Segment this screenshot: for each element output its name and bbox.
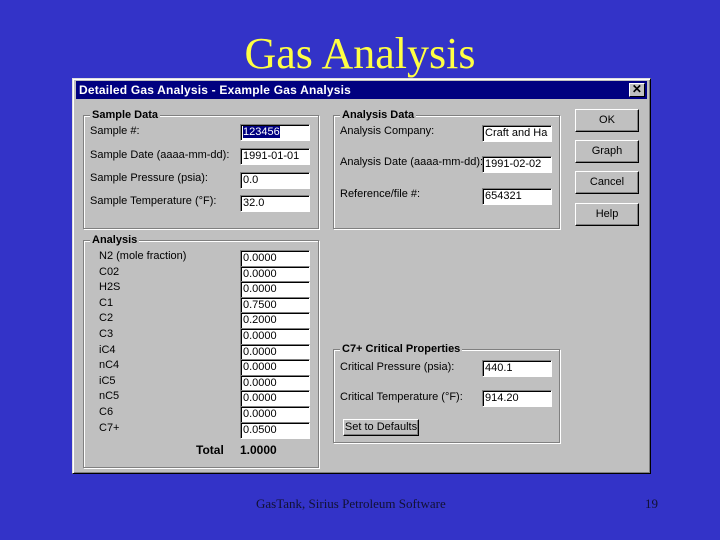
sample-temperature-input[interactable]: 32.0: [240, 195, 310, 212]
page-number: 19: [645, 496, 658, 511]
reference-file-label: Reference/file #:: [340, 188, 421, 200]
sample-number-input[interactable]: 123456: [240, 124, 310, 141]
c7-properties-heading: C7+ Critical Properties: [340, 342, 463, 356]
footer-text: GasTank, Sirius Petroleum Software: [256, 496, 446, 511]
component-label: N2 (mole fraction): [99, 250, 187, 262]
sample-number-label: Sample #:: [90, 125, 140, 137]
analysis-heading: Analysis: [90, 233, 140, 247]
component-label: C3: [99, 328, 114, 340]
critical-pressure-label: Critical Pressure (psia):: [340, 361, 455, 373]
component-value-input[interactable]: 0.0000: [240, 406, 310, 423]
component-label: iC4: [99, 344, 116, 356]
sample-pressure-label: Sample Pressure (psia):: [90, 172, 208, 184]
analysis-company-input[interactable]: Craft and Ha: [482, 125, 552, 142]
component-value-input[interactable]: 0.0000: [240, 250, 310, 267]
help-button[interactable]: Help: [575, 203, 639, 226]
analysis-data-heading: Analysis Data: [340, 108, 417, 122]
dialog-titlebar: Detailed Gas Analysis - Example Gas Anal…: [76, 81, 647, 99]
close-button[interactable]: ✕: [629, 83, 645, 97]
component-value-input[interactable]: 0.0500: [240, 422, 310, 439]
sample-pressure-input[interactable]: 0.0: [240, 172, 310, 189]
total-label: Total: [196, 443, 224, 457]
sample-date-label: Sample Date (aaaa-mm-dd):: [90, 149, 230, 161]
set-to-defaults-button[interactable]: Set to Defaults: [343, 419, 419, 436]
close-icon: ✕: [631, 82, 643, 96]
analysis-date-label: Analysis Date (aaaa-mm-dd):: [340, 156, 484, 168]
component-label: C2: [99, 312, 114, 324]
sample-number-value: 123456: [243, 126, 280, 138]
cancel-button[interactable]: Cancel: [575, 171, 639, 194]
component-label: iC5: [99, 375, 116, 387]
reference-file-input[interactable]: 654321: [482, 188, 552, 205]
component-value-input[interactable]: 0.0000: [240, 281, 310, 298]
component-value-input[interactable]: 0.0000: [240, 328, 310, 345]
analysis-date-input[interactable]: 1991-02-02: [482, 156, 552, 173]
sample-temperature-label: Sample Temperature (°F):: [90, 195, 217, 207]
component-value-input[interactable]: 0.2000: [240, 312, 310, 329]
component-label: C1: [99, 297, 114, 309]
sample-data-heading: Sample Data: [90, 108, 161, 122]
component-value-input[interactable]: 0.0000: [240, 390, 310, 407]
critical-temperature-input[interactable]: 914.20: [482, 390, 552, 407]
total-value: 1.0000: [240, 443, 277, 457]
analysis-company-label: Analysis Company:: [340, 125, 435, 137]
dialog-title: Detailed Gas Analysis - Example Gas Anal…: [79, 83, 352, 97]
critical-temperature-label: Critical Temperature (°F):: [340, 391, 463, 403]
component-label: C7+: [99, 422, 120, 434]
component-label: C6: [99, 406, 114, 418]
component-label: C02: [99, 266, 120, 278]
sample-date-input[interactable]: 1991-01-01: [240, 148, 310, 165]
component-label: nC4: [99, 359, 120, 371]
ok-button[interactable]: OK: [575, 109, 639, 132]
component-label: nC5: [99, 390, 120, 402]
gas-analysis-dialog: Detailed Gas Analysis - Example Gas Anal…: [72, 78, 651, 474]
component-label: H2S: [99, 281, 121, 293]
component-value-input[interactable]: 0.0000: [240, 359, 310, 376]
graph-button[interactable]: Graph: [575, 140, 639, 163]
critical-pressure-input[interactable]: 440.1: [482, 360, 552, 377]
slide-title: Gas Analysis: [244, 29, 476, 78]
